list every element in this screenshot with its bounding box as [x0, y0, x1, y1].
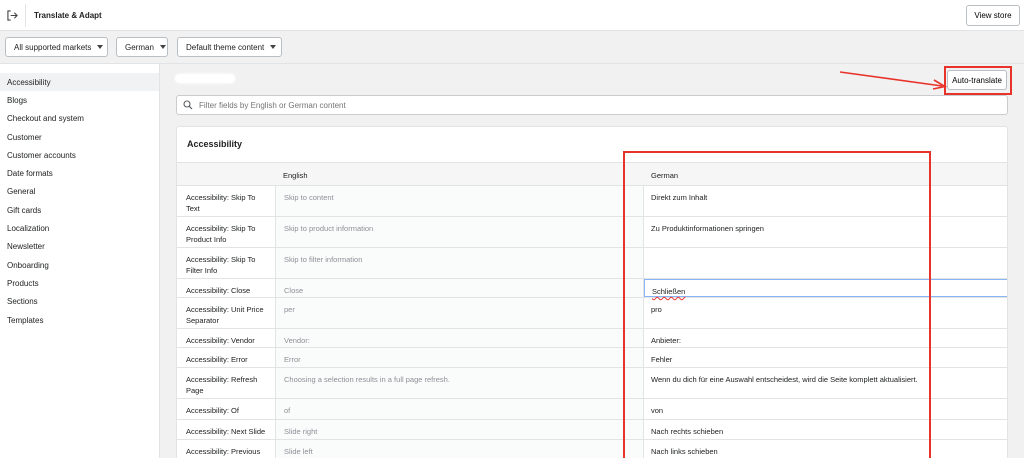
exit-icon[interactable]: [7, 10, 18, 21]
row-german-input[interactable]: Nach links schieben: [644, 440, 1007, 458]
row-key: Accessibility: Close: [186, 286, 251, 295]
translation-card: Accessibility English German Accessibili…: [176, 126, 1008, 458]
filter-bar: All supported markets German Default the…: [0, 31, 1024, 64]
row-german-input[interactable]: Fehler: [644, 348, 1007, 367]
row-english: Vendor:: [275, 329, 644, 347]
row-german-input[interactable]: pro: [644, 298, 1007, 328]
sidebar-item-customer[interactable]: Customer: [0, 128, 159, 146]
row-key: Accessibility: Error: [186, 355, 248, 364]
column-header-german: German: [651, 171, 679, 180]
app-title: Translate & Adapt: [34, 11, 102, 20]
sidebar-item-localization[interactable]: Localization: [0, 219, 159, 237]
search-input[interactable]: [199, 100, 959, 110]
row-german-input[interactable]: Zu Produktinformationen springen: [644, 217, 1007, 247]
sidebar-item-general[interactable]: General: [0, 182, 159, 200]
row-german-input[interactable]: von: [644, 399, 1007, 419]
row-german-input[interactable]: [644, 248, 1007, 278]
table-row: Accessibility: Of of von: [177, 399, 1007, 420]
sidebar-item-templates[interactable]: Templates: [0, 311, 159, 329]
sidebar-item-sections[interactable]: Sections: [0, 292, 159, 310]
table-row: Accessibility: Error Error Fehler: [177, 348, 1007, 368]
table-row: Accessibility: Skip To Text Skip to cont…: [177, 186, 1007, 217]
table-row: Accessibility: Close Close Schließen: [177, 279, 1007, 298]
row-key: Accessibility: Previous Slide: [186, 447, 261, 456]
content-dropdown-label: Default theme content: [186, 42, 265, 52]
row-key: Accessibility: Vendor: [186, 336, 255, 345]
row-key: Accessibility: Skip To Filter Info: [186, 255, 256, 275]
search-field[interactable]: [176, 95, 1008, 115]
annotation-box-auto-translate: [944, 66, 1012, 95]
table-header: English German: [177, 162, 1007, 186]
table-row: Accessibility: Refresh Page Choosing a s…: [177, 368, 1007, 399]
search-icon: [183, 100, 193, 110]
sidebar-item-date-formats[interactable]: Date formats: [0, 164, 159, 182]
row-german-input[interactable]: Schließen: [644, 279, 1007, 297]
row-english: Slide left: [275, 440, 644, 458]
table-row: Accessibility: Vendor Vendor: Anbieter:: [177, 329, 1007, 348]
row-key: Accessibility: Next Slide: [186, 427, 266, 436]
row-english: per: [275, 298, 644, 328]
row-german-text: Schließen: [652, 287, 686, 296]
row-german-input[interactable]: Wenn du dich für eine Auswahl entscheide…: [644, 368, 1007, 398]
row-english: Close: [275, 279, 644, 297]
sidebar-item-customer-accounts[interactable]: Customer accounts: [0, 146, 159, 164]
sidebar-item-checkout[interactable]: Checkout and system: [0, 109, 159, 127]
view-store-button[interactable]: View store: [966, 5, 1020, 26]
table-row: Accessibility: Previous Slide Slide left…: [177, 440, 1007, 458]
language-dropdown-label: German: [125, 42, 154, 52]
chevron-down-icon: [270, 45, 277, 49]
market-dropdown-label: All supported markets: [14, 42, 92, 52]
card-title: Accessibility: [187, 139, 243, 149]
content-dropdown[interactable]: Default theme content: [177, 37, 282, 57]
row-english: Choosing a selection results in a full p…: [275, 368, 644, 398]
row-english: of: [275, 399, 644, 419]
redacted-title: [175, 74, 235, 83]
row-english: Skip to product information: [275, 217, 644, 247]
sidebar-item-newsletter[interactable]: Newsletter: [0, 237, 159, 255]
sidebar-item-products[interactable]: Products: [0, 274, 159, 292]
sidebar-item-blogs[interactable]: Blogs: [0, 91, 159, 109]
table-row: Accessibility: Skip To Product Info Skip…: [177, 217, 1007, 248]
row-german-input[interactable]: Nach rechts schieben: [644, 420, 1007, 439]
row-english: Skip to content: [275, 186, 644, 216]
chevron-down-icon: [159, 45, 166, 49]
row-german-input[interactable]: Direkt zum Inhalt: [644, 186, 1007, 216]
title-divider: [25, 4, 26, 27]
sidebar: Accessibility Blogs Checkout and system …: [0, 64, 160, 458]
row-key: Accessibility: Skip To Product Info: [186, 224, 256, 244]
column-header-english: English: [283, 171, 308, 180]
table-row: Accessibility: Skip To Filter Info Skip …: [177, 248, 1007, 279]
row-german-input[interactable]: Anbieter:: [644, 329, 1007, 347]
market-dropdown[interactable]: All supported markets: [5, 37, 108, 57]
row-english: Skip to filter information: [275, 248, 644, 278]
sidebar-item-onboarding[interactable]: Onboarding: [0, 256, 159, 274]
sidebar-item-gift-cards[interactable]: Gift cards: [0, 201, 159, 219]
chevron-down-icon: [97, 45, 104, 49]
language-dropdown[interactable]: German: [116, 37, 168, 57]
main-content: Auto-translate Accessibility English Ger…: [161, 64, 1024, 458]
top-bar: Translate & Adapt View store: [0, 0, 1024, 31]
row-key: Accessibility: Refresh Page: [186, 375, 258, 395]
row-key: Accessibility: Of: [186, 406, 239, 415]
table-row: Accessibility: Unit Price Separator per …: [177, 298, 1007, 329]
table-row: Accessibility: Next Slide Slide right Na…: [177, 420, 1007, 440]
row-english: Slide right: [275, 420, 644, 439]
row-key: Accessibility: Unit Price Separator: [186, 305, 264, 325]
row-english: Error: [275, 348, 644, 367]
row-key: Accessibility: Skip To Text: [186, 193, 256, 213]
sidebar-item-accessibility[interactable]: Accessibility: [0, 73, 159, 91]
